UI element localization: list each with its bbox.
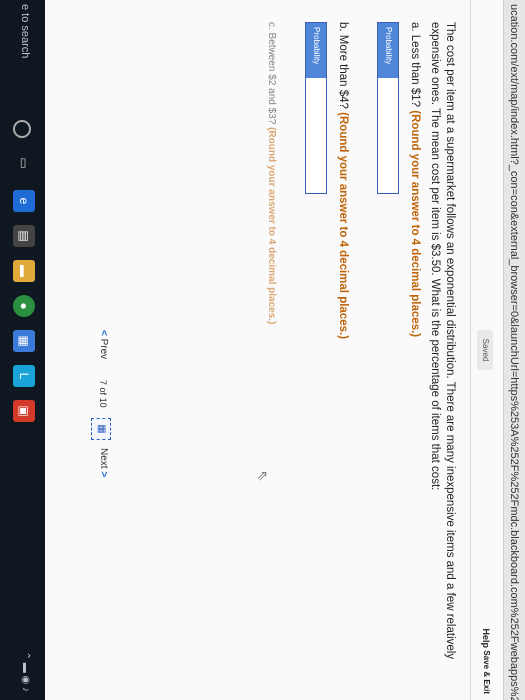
explorer-icon[interactable]: ▬: [13, 260, 35, 282]
part-a-label: a. Less than $1? (Round your answer to 4…: [409, 22, 421, 337]
rotated-screen: ucation.com/ext/map/index.html?_con=con&…: [0, 0, 525, 700]
task-view-icon[interactable]: ▭: [13, 152, 35, 174]
part-b-answer-row: Probability: [305, 22, 327, 194]
url-text[interactable]: ucation.com/ext/map/index.html?_con=con&…: [508, 4, 520, 700]
part-a-field-label: Probability: [378, 23, 398, 78]
mouse-cursor-icon: ⇖: [255, 470, 271, 482]
part-b-instruction: (Round your answer to 4 decimal places.): [337, 112, 349, 340]
prev-label: Prev: [98, 338, 109, 360]
save-exit-button[interactable]: Save & Exit: [482, 650, 491, 694]
app-icon-3[interactable]: ▣: [13, 400, 35, 422]
part-c-prompt: c. Between $2 and $3?: [266, 22, 277, 125]
question-navigation: < Prev 7 of 10 ▦ Next >: [85, 0, 111, 700]
app-icon-1[interactable]: ▦: [13, 330, 35, 352]
page-current: 7: [98, 380, 108, 386]
question-text: The cost per item at a supermarket follo…: [429, 22, 456, 660]
header-divider: [470, 0, 471, 700]
page-total: 10: [98, 397, 108, 408]
assignment-page: Saved Help Save & Exit The cost per item…: [45, 0, 503, 700]
part-b-probability-input[interactable]: [306, 78, 326, 193]
help-link[interactable]: Help: [481, 628, 491, 648]
windows-taskbar: e to search ▭ e ▤ ▬ ● ▦ L ▣ ⌃ ▬ ◉ ♪: [0, 0, 45, 700]
taskbar-search[interactable]: e to search: [19, 4, 31, 58]
chrome-icon[interactable]: ●: [13, 295, 35, 317]
app-icon-2[interactable]: L: [13, 365, 35, 387]
chevron-right-icon: >: [98, 471, 109, 478]
page-indicator: 7 of 10: [98, 380, 108, 408]
next-label: Next: [98, 448, 109, 469]
next-button[interactable]: Next >: [98, 448, 109, 477]
part-c-instruction: (Round your answer to 4 decimal places.): [266, 127, 277, 325]
prev-button[interactable]: < Prev: [98, 330, 109, 359]
saved-status-badge: Saved: [477, 330, 493, 370]
question-grid-icon[interactable]: ▦: [91, 418, 111, 440]
edge-icon[interactable]: e: [13, 190, 35, 212]
store-icon[interactable]: ▤: [13, 225, 35, 247]
part-c-label: c. Between $2 and $3? (Round your answer…: [266, 22, 277, 324]
cortana-icon[interactable]: [13, 120, 31, 138]
top-toolbar: Saved Help Save & Exit: [471, 0, 495, 700]
chevron-left-icon: <: [98, 330, 109, 336]
part-b-label: b. More than $4? (Round your answer to 4…: [337, 22, 349, 339]
address-bar[interactable]: ucation.com/ext/map/index.html?_con=con&…: [503, 0, 525, 700]
page-of: of: [98, 387, 108, 396]
part-b-field-label: Probability: [306, 23, 326, 78]
part-a-answer-row: Probability: [377, 22, 399, 194]
part-b-prompt: b. More than $4?: [337, 22, 349, 109]
part-a-instruction: (Round your answer to 4 decimal places.): [409, 110, 421, 338]
part-a-probability-input[interactable]: [378, 78, 398, 193]
system-tray[interactable]: ⌃ ▬ ◉ ♪: [20, 652, 31, 692]
part-a-prompt: a. Less than $1?: [409, 22, 421, 108]
